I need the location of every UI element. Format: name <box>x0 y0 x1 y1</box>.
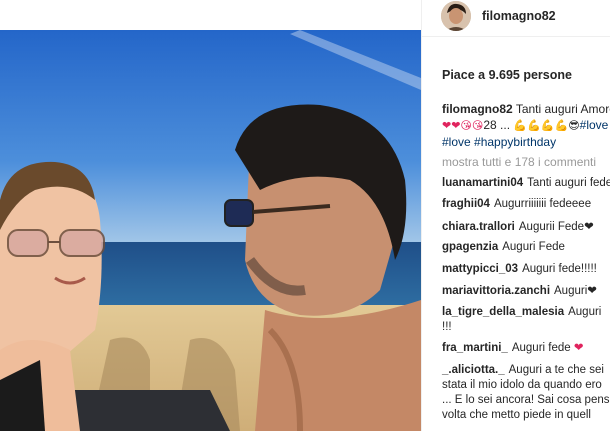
comment-text: Tanti auguri fede <box>527 177 610 189</box>
post-photo[interactable] <box>0 30 421 431</box>
comment-item: la_tigre_della_malesia Auguri !!! <box>442 305 610 335</box>
beach-selfie-image <box>0 30 421 431</box>
heart-icon: ❤ <box>584 219 594 233</box>
view-all-comments-link[interactable]: mostra tutti e 178 i commenti <box>442 155 596 169</box>
comment-text: Auguri <box>554 285 588 297</box>
comment-username[interactable]: _.aliciotta._ <box>442 364 505 376</box>
comment-username[interactable]: fra_martini_ <box>442 342 508 354</box>
top-strip <box>0 0 421 30</box>
comment-username[interactable]: la_tigre_della_malesia <box>442 306 564 318</box>
flex-emoji-icon: 💪💪💪💪😎 <box>513 119 580 132</box>
post-header: filomagno82 <box>422 0 610 37</box>
comment-text: Auguri a te che sei <box>508 364 604 376</box>
post-sidebar: filomagno82 Piace a 9.695 persone filoma… <box>422 0 610 431</box>
comment-item: fraghii04 Augurriiiiiii fedeeee <box>442 197 610 212</box>
hashtag-love-inline[interactable]: #love <box>580 118 609 132</box>
hashtag-love[interactable]: #love <box>442 135 471 149</box>
comment-text: Auguri fede!!!!! <box>522 263 597 275</box>
post-caption: filomagno82 Tanti auguri Amore ❤❤😘😘28 ..… <box>442 101 610 150</box>
comment-username[interactable]: mariavittoria.zanchi <box>442 285 550 297</box>
comment-username[interactable]: gpagenzia <box>442 241 498 253</box>
hashtag-happybirthday[interactable]: #happybirthday <box>474 135 556 149</box>
comment-username[interactable]: chiara.trallori <box>442 221 515 233</box>
comment-text: Augurii Fede <box>518 221 585 233</box>
comment-item: luanamartini04 Tanti auguri fede <box>442 176 610 191</box>
caption-text-2: 28 ... <box>483 118 511 132</box>
comment-text: Auguri Fede <box>502 241 565 253</box>
post-username[interactable]: filomagno82 <box>482 9 556 23</box>
comment-item: gpagenzia Auguri Fede <box>442 240 610 255</box>
comment-item: chiara.trallori Augurii Fede❤ <box>442 219 610 235</box>
comment-text: Auguri <box>568 306 602 318</box>
comment-item: mariavittoria.zanchi Auguri❤ <box>442 283 610 299</box>
comment-text: Augurriiiiiii fedeeee <box>493 198 592 210</box>
comment-text-line3: ... E lo sei ancora! Sai cosa pensi <box>442 394 610 406</box>
comment-item: fra_martini_ Auguri fede ❤ <box>442 340 610 356</box>
avatar-icon <box>441 1 471 31</box>
comment-text: Auguri fede <box>511 342 571 354</box>
heart-icon: ❤ <box>573 340 584 354</box>
comment-item: _.aliciotta._ Auguri a te che sei stata i… <box>442 363 610 423</box>
likes-count[interactable]: Piace a 9.695 persone <box>442 68 572 82</box>
avatar[interactable] <box>441 1 471 31</box>
comment-username[interactable]: fraghii04 <box>442 198 490 210</box>
comment-item: mattypicci_03 Auguri fede!!!!! <box>442 262 610 277</box>
comment-text-line2: !!! <box>442 321 452 333</box>
caption-username[interactable]: filomagno82 <box>442 102 513 116</box>
comment-username[interactable]: luanamartini04 <box>442 177 523 189</box>
caption-text: Tanti auguri Amore <box>515 102 610 116</box>
comment-username[interactable]: mattypicci_03 <box>442 263 518 275</box>
heart-icon: ❤ <box>587 283 597 297</box>
heart-emoji-icon: ❤❤😘😘 <box>442 119 484 132</box>
comment-text-line4: volta che metto piede in quell <box>442 409 591 421</box>
comment-text-line2: stata il mio idolo da quando ero <box>442 379 602 391</box>
